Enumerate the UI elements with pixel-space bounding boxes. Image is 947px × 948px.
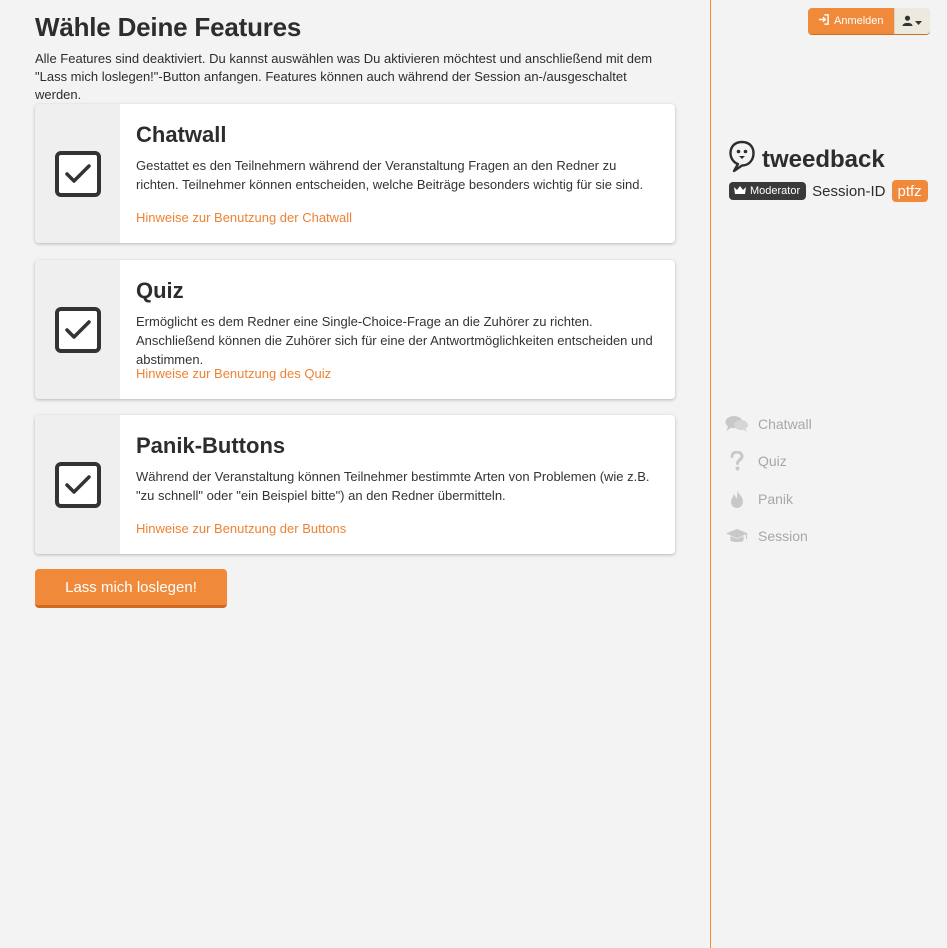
role-label: Moderator: [750, 185, 801, 197]
checkbox-checked-icon[interactable]: [54, 461, 101, 508]
graduation-cap-icon: [724, 527, 750, 545]
feature-description: Während der Veranstaltung können Teilneh…: [136, 469, 650, 503]
feature-card-panic-buttons: Panik-Buttons Während der Veranstaltung …: [35, 415, 675, 554]
session-label: Session-ID: [812, 182, 886, 200]
feature-title: Quiz: [136, 278, 184, 303]
feature-body: Chatwall Gestattet es den Teilnehmern wä…: [136, 122, 655, 194]
session-info: Moderator Session-ID ptfz: [729, 180, 928, 202]
start-button[interactable]: Lass mich loslegen!: [35, 569, 227, 608]
sign-in-icon: [818, 14, 829, 28]
question-icon: [724, 451, 750, 471]
sidebar-item-panik[interactable]: Panik: [724, 480, 812, 518]
feature-body: Quiz Ermöglicht es dem Redner eine Singl…: [136, 278, 655, 369]
feature-help-link-chatwall[interactable]: Hinweise zur Benutzung der Chatwall: [136, 210, 352, 225]
feature-title: Chatwall: [136, 122, 227, 147]
feature-title: Panik-Buttons: [136, 433, 286, 458]
feature-card-quiz: Quiz Ermöglicht es dem Redner eine Singl…: [35, 260, 675, 399]
sidebar-item-label: Session: [758, 528, 808, 545]
feature-description: Ermöglicht es dem Redner eine Single-Cho…: [136, 314, 653, 367]
login-label: Anmelden: [834, 15, 884, 27]
login-button[interactable]: Anmelden: [808, 8, 894, 34]
feature-description: Gestattet es den Teilnehmern während der…: [136, 158, 644, 192]
user-icon: [902, 14, 913, 29]
feature-help-link-panic-buttons[interactable]: Hinweise zur Benutzung der Buttons: [136, 521, 346, 536]
session-id-badge: ptfz: [891, 180, 928, 202]
sidebar-item-label: Quiz: [758, 453, 787, 470]
checkbox-checked-icon[interactable]: [54, 306, 101, 353]
feature-body: Panik-Buttons Während der Veranstaltung …: [136, 433, 655, 505]
crown-icon: [733, 185, 747, 198]
feature-toggle-chatwall[interactable]: [35, 104, 120, 243]
role-badge: Moderator: [729, 182, 807, 200]
feature-toggle-quiz[interactable]: [35, 260, 120, 399]
sidebar-item-chatwall[interactable]: Chatwall: [724, 405, 812, 443]
sidebar-nav: Chatwall Quiz Panik Session: [724, 405, 812, 555]
feature-card-chatwall: Chatwall Gestattet es den Teilnehmern wä…: [35, 104, 675, 243]
feature-help-link-quiz[interactable]: Hinweise zur Benutzung des Quiz: [136, 366, 331, 381]
page-title: Wähle Deine Features: [35, 12, 302, 42]
main-content: Wähle Deine Features Alle Features sind …: [0, 0, 711, 948]
user-menu-button[interactable]: [893, 8, 930, 34]
sidebar-item-quiz[interactable]: Quiz: [724, 443, 812, 481]
tweedback-logo-icon: [728, 140, 756, 179]
checkbox-checked-icon[interactable]: [54, 150, 101, 197]
flame-icon: [724, 489, 750, 509]
brand-name: tweedback: [762, 145, 885, 173]
brand: tweedback: [728, 140, 885, 179]
feature-toggle-panic-buttons[interactable]: [35, 415, 120, 554]
page-intro: Alle Features sind deaktiviert. Du kanns…: [35, 51, 653, 102]
sidebar-item-label: Panik: [758, 490, 794, 507]
sidebar-item-session[interactable]: Session: [724, 518, 812, 556]
chat-bubbles-icon: [724, 415, 750, 433]
header-actions: Anmelden: [808, 8, 930, 34]
caret-down-icon: [915, 14, 923, 29]
sidebar-item-label: Chatwall: [758, 415, 812, 432]
